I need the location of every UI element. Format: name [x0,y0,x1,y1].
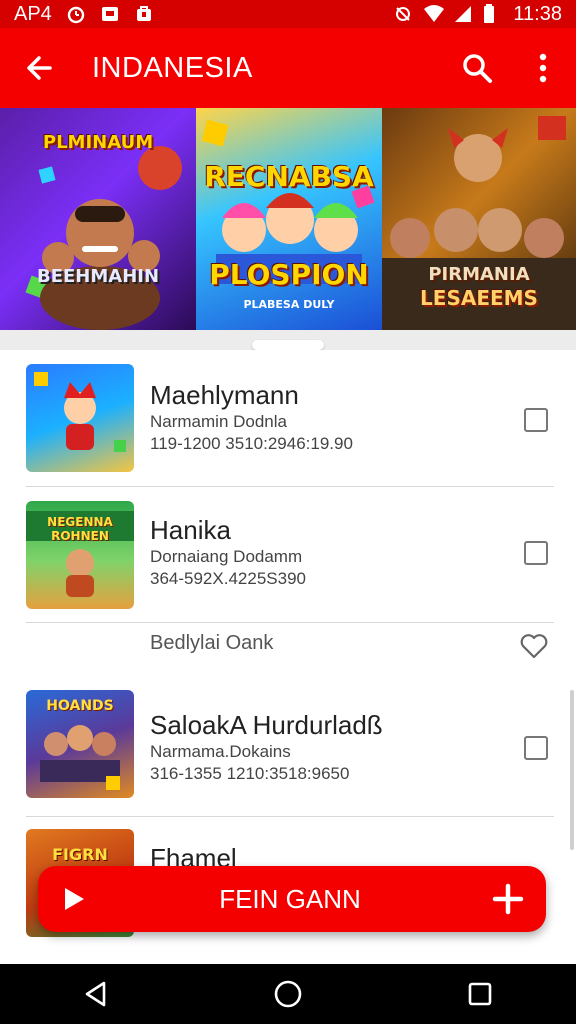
thumb-label: FIGRN [52,845,108,864]
banner-bottom-text-3: LESAEEMS [420,286,538,310]
banner-card-3[interactable]: PIRMANIA LESAEEMS [382,108,576,330]
banner-top-text-1: PLMINAUM [42,132,154,153]
add-button[interactable] [470,866,546,932]
game-title: Hanika [150,515,231,545]
find-game-label: FEIN GANN [219,883,361,914]
select-checkbox[interactable] [524,541,548,565]
game-thumbnail: HOANDS [26,690,134,798]
thumb-label: HOANDS [46,698,114,714]
featured-banner: PLMINAUM BEEHMAHIN RECNABSA PLOSPION PLA… [0,108,576,330]
app-notification-icon [100,4,120,24]
select-checkbox[interactable] [524,408,548,432]
battery-icon [483,4,503,24]
system-navigation-bar [0,964,576,1024]
heart-icon[interactable] [520,633,548,659]
clock: 11:38 [513,2,562,25]
game-developer: Narmamin Dodnla [150,412,287,431]
back-button[interactable] [0,28,78,108]
list-item[interactable]: HOANDS SaloakA Hurdurladß Narmama.Dokain… [0,680,576,816]
search-button[interactable] [444,28,510,108]
banner-top-text-3: PIRMANIA [428,264,530,285]
status-bar: AP4 11:38 [0,0,576,28]
game-meta: 364-592X.4225S390 [150,569,306,588]
app-bar: INDANESIA [0,28,576,108]
game-developer: Dornaiang Dodamm [150,547,303,566]
banner-art-2 [201,119,375,284]
game-developer: Narmama.Dokains [150,742,291,761]
more-options-button[interactable] [510,28,576,108]
banner-card-2[interactable]: RECNABSA PLOSPION PLABESA DULY [196,108,382,330]
select-checkbox[interactable] [524,736,548,760]
scrollbar[interactable] [570,690,574,850]
game-thumbnail [26,364,134,472]
more-vert-icon [539,53,547,83]
thumb-label: NEGENNA ROHNEN [47,515,113,543]
page-title: INDANESIA [92,51,253,84]
game-meta: 119-1200 3510:2946:19.90 [150,434,353,453]
nav-home-button[interactable] [258,964,318,1024]
find-game-button[interactable]: FEIN GANN [38,866,546,932]
alarm-icon [66,4,86,24]
carousel-page-indicator[interactable] [252,340,324,350]
square-recents-icon [468,982,492,1006]
plus-icon [492,883,524,915]
game-thumbnail: NEGENNA ROHNEN [26,501,134,609]
wifi-icon [423,4,445,24]
play-icon [65,888,84,910]
signal-icon [453,4,473,24]
nav-recents-button[interactable] [450,964,510,1024]
banner-card-1[interactable]: PLMINAUM BEEHMAHIN [0,108,196,330]
game-meta: 316-1355 1210:3518:9650 [150,764,350,783]
section-subheader: Bedlylai Oank [150,632,274,654]
vibrate-icon [393,4,413,24]
game-title: SaloakA Hurdurladß [150,710,383,740]
search-icon [463,54,492,83]
banner-tag-2: PLABESA DULY [243,298,335,311]
carrier-label: AP4 [14,2,52,25]
banner-bottom-text-2: PLOSPION [209,258,369,291]
game-title: Maehlymann [150,380,299,410]
list-item[interactable]: NEGENNA ROHNEN Hanika Dornaiang Dodamm 3… [0,487,576,623]
circle-home-icon [274,980,302,1008]
thumb-art [34,372,126,452]
divider [26,622,554,623]
banner-bottom-text-1: BEEHMAHIN [36,266,160,287]
play-button[interactable] [38,866,110,932]
list-item[interactable]: Maehlymann Narmamin Dodnla 119-1200 3510… [0,350,576,486]
nav-back-button[interactable] [66,964,126,1024]
triangle-back-icon [85,981,106,1007]
bag-notification-icon [134,4,154,24]
arrow-left-icon [27,56,52,80]
banner-top-text-2: RECNABSA [204,160,374,193]
